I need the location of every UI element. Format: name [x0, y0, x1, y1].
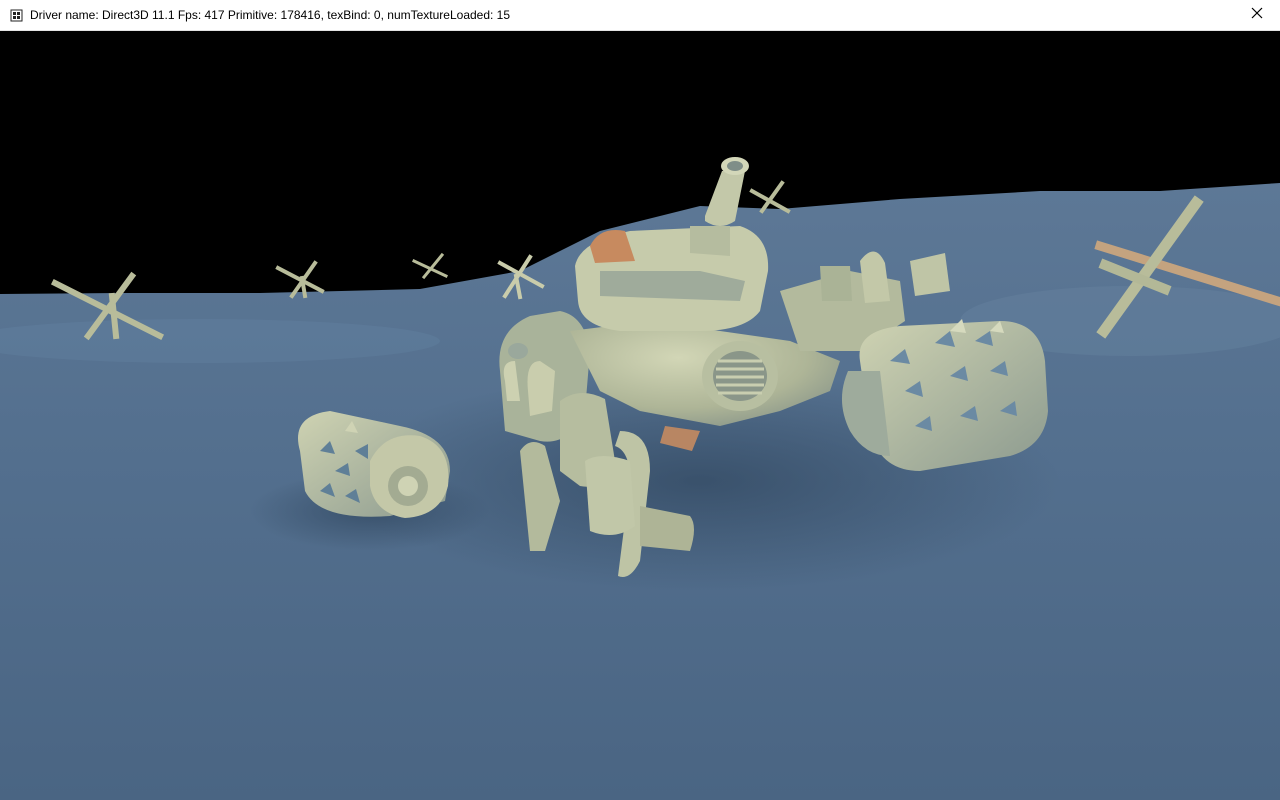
- window-title: Driver name: Direct3D 11.1 Fps: 417 Prim…: [30, 8, 511, 22]
- app-window-icon: [9, 8, 23, 22]
- 3d-scene: [0, 31, 1280, 800]
- close-button[interactable]: [1234, 0, 1280, 30]
- render-viewport[interactable]: [0, 31, 1280, 800]
- close-icon: [1251, 6, 1263, 24]
- application-window: Driver name: Direct3D 11.1 Fps: 417 Prim…: [0, 0, 1280, 800]
- title-bar[interactable]: Driver name: Direct3D 11.1 Fps: 417 Prim…: [0, 0, 1280, 31]
